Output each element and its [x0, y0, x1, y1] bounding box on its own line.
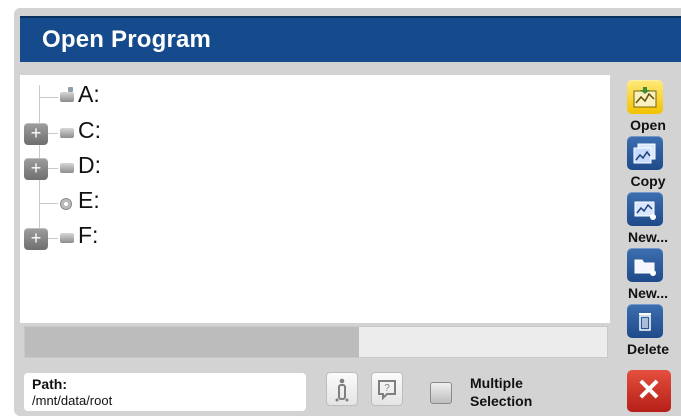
help-button[interactable]: ? [371, 372, 403, 406]
file-tree-panel: A: + C: + D: E: + F: [20, 75, 610, 323]
copy-icon [627, 136, 663, 170]
tree-item-d[interactable]: + D: [20, 150, 240, 180]
tree-item-label: A: [78, 81, 100, 107]
tree-item-label: D: [78, 152, 101, 178]
tree-item-c[interactable]: + C: [20, 115, 240, 145]
open-program-icon [627, 80, 663, 114]
title-bar: Open Program [20, 16, 681, 62]
dialog-title: Open Program [42, 26, 212, 53]
path-label: Path: [32, 376, 67, 392]
multiple-selection-label: Multiple Selection [470, 374, 532, 410]
multiple-selection-line1: Multiple [470, 375, 523, 391]
tree-item-a[interactable]: A: [20, 79, 240, 109]
scrollbar-thumb[interactable] [25, 327, 359, 357]
expand-button[interactable]: + [24, 123, 48, 145]
copy-label: Copy [630, 173, 666, 189]
hard-drive-icon [60, 128, 74, 138]
multiple-selection-line2: Selection [470, 393, 533, 409]
tree-branch-line [48, 238, 58, 239]
tree-branch-line [40, 203, 58, 204]
close-icon: ✕ [636, 374, 662, 407]
svg-text:?: ? [384, 383, 390, 394]
info-icon [335, 378, 349, 402]
tree-item-label: F: [78, 222, 99, 248]
network-drive-icon [60, 87, 74, 102]
tree-item-e[interactable]: E: [20, 185, 240, 215]
close-button[interactable]: ✕ [627, 370, 671, 412]
optical-drive-icon [60, 198, 72, 210]
help-icon: ? [378, 380, 396, 401]
new-folder-icon [627, 248, 663, 282]
path-display: Path: /mnt/data/root [24, 373, 306, 411]
hard-drive-icon [60, 163, 74, 173]
copy-button[interactable]: Copy [622, 136, 674, 192]
delete-button[interactable]: Delete [622, 304, 674, 360]
multiple-selection-checkbox[interactable] [430, 382, 452, 404]
horizontal-scrollbar[interactable] [24, 326, 608, 358]
tree-branch-line [40, 97, 58, 98]
new-program-icon [627, 192, 663, 226]
expand-button[interactable]: + [24, 228, 48, 250]
open-button[interactable]: Open [622, 80, 674, 136]
new-program-button[interactable]: New... [622, 192, 674, 248]
tree-item-label: E: [78, 187, 100, 213]
tree-branch-line [48, 133, 58, 134]
trash-icon [627, 304, 663, 338]
tree-branch-line [48, 168, 58, 169]
new-folder-label: New... [628, 285, 668, 301]
new-folder-button[interactable]: New... [622, 248, 674, 304]
hard-drive-icon [60, 233, 74, 243]
expand-button[interactable]: + [24, 158, 48, 180]
path-value: /mnt/data/root [32, 393, 113, 408]
open-label: Open [630, 117, 666, 133]
new-program-label: New... [628, 229, 668, 245]
tree-item-label: C: [78, 117, 101, 143]
info-button[interactable] [326, 372, 358, 406]
delete-label: Delete [626, 341, 670, 357]
tree-item-f[interactable]: + F: [20, 220, 240, 250]
